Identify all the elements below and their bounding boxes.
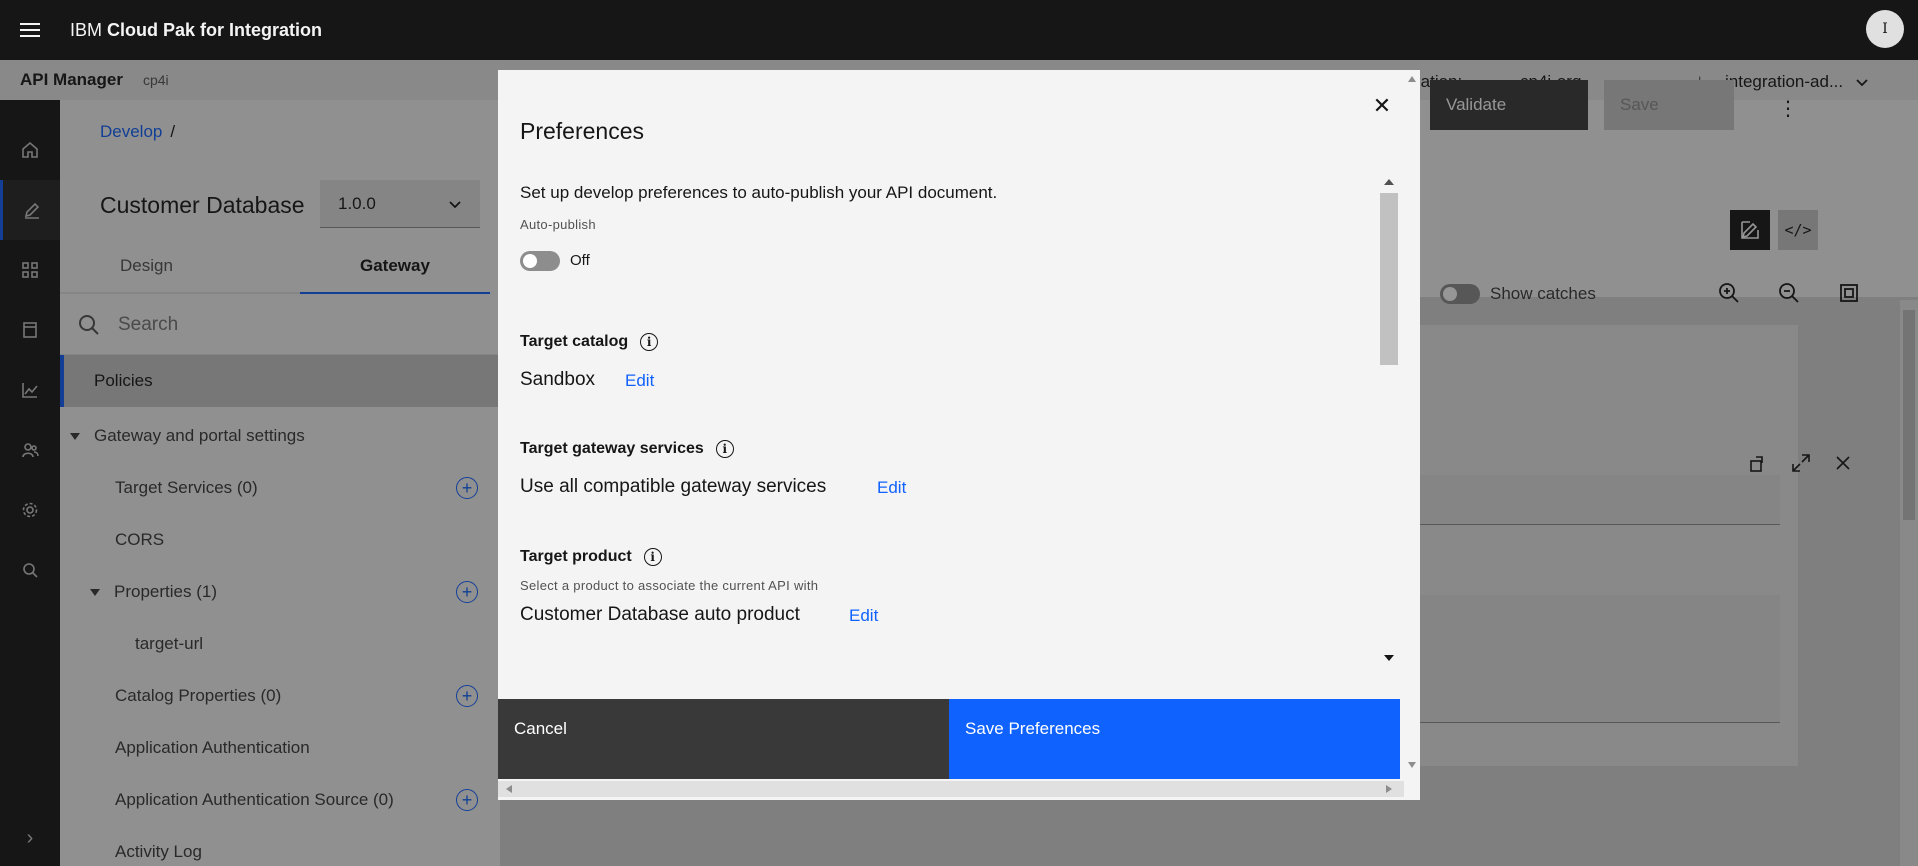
target-catalog-edit-link[interactable]: Edit <box>625 371 654 391</box>
scrollbar-thumb[interactable] <box>1380 193 1398 365</box>
cancel-button[interactable]: Cancel <box>498 699 949 779</box>
menu-icon[interactable] <box>0 0 60 60</box>
auto-publish-label: Auto-publish <box>520 217 596 232</box>
auto-publish-toggle[interactable] <box>520 251 560 271</box>
target-product-title: Target product i <box>520 548 662 566</box>
brand-name: Cloud Pak for Integration <box>107 19 323 40</box>
target-catalog-title: Target catalog i <box>520 333 659 351</box>
info-icon[interactable]: i <box>715 440 734 458</box>
modal-intro: Set up develop preferences to auto-publi… <box>520 183 998 202</box>
modal-horizontal-scrollbar[interactable] <box>498 781 1404 797</box>
auto-publish-state: Off <box>570 252 590 269</box>
brand-title[interactable]: IBM Cloud Pak for Integration <box>70 20 322 41</box>
modal-title: Preferences <box>520 118 645 144</box>
modal-footer: Cancel Save Preferences <box>498 699 1400 779</box>
section-title-text: Target gateway services <box>520 440 704 457</box>
modal-scrollbar[interactable] <box>1404 70 1420 784</box>
target-product-value: Customer Database auto product <box>520 604 800 625</box>
scroll-left-icon[interactable] <box>506 785 512 793</box>
user-avatar[interactable]: I <box>1866 10 1904 48</box>
target-product-edit-link[interactable]: Edit <box>849 606 878 626</box>
scroll-up-icon[interactable] <box>1384 179 1394 185</box>
close-icon[interactable]: ✕ <box>1358 82 1406 130</box>
scroll-right-icon[interactable] <box>1386 785 1392 793</box>
modal-body: Set up develop preferences to auto-publi… <box>498 175 1404 665</box>
top-header: IBM Cloud Pak for Integration I <box>0 0 1918 60</box>
section-title-text: Target product <box>520 548 632 565</box>
target-gateway-value: Use all compatible gateway services <box>520 476 827 497</box>
target-product-help: Select a product to associate the curren… <box>520 578 819 593</box>
scroll-up-icon[interactable] <box>1408 76 1416 82</box>
preferences-modal: Preferences ✕ Set up develop preferences… <box>498 70 1420 800</box>
target-gateway-edit-link[interactable]: Edit <box>877 478 906 498</box>
target-gateway-title: Target gateway services i <box>520 440 734 458</box>
target-catalog-value: Sandbox <box>520 369 596 390</box>
scroll-down-icon[interactable] <box>1408 762 1416 768</box>
info-icon[interactable]: i <box>640 333 659 351</box>
brand-prefix: IBM <box>70 19 103 40</box>
section-title-text: Target catalog <box>520 333 629 350</box>
modal-body-scrollbar[interactable] <box>1380 175 1398 665</box>
save-preferences-button[interactable]: Save Preferences <box>949 699 1400 779</box>
scroll-down-icon[interactable] <box>1384 655 1394 661</box>
info-icon[interactable]: i <box>643 548 662 566</box>
